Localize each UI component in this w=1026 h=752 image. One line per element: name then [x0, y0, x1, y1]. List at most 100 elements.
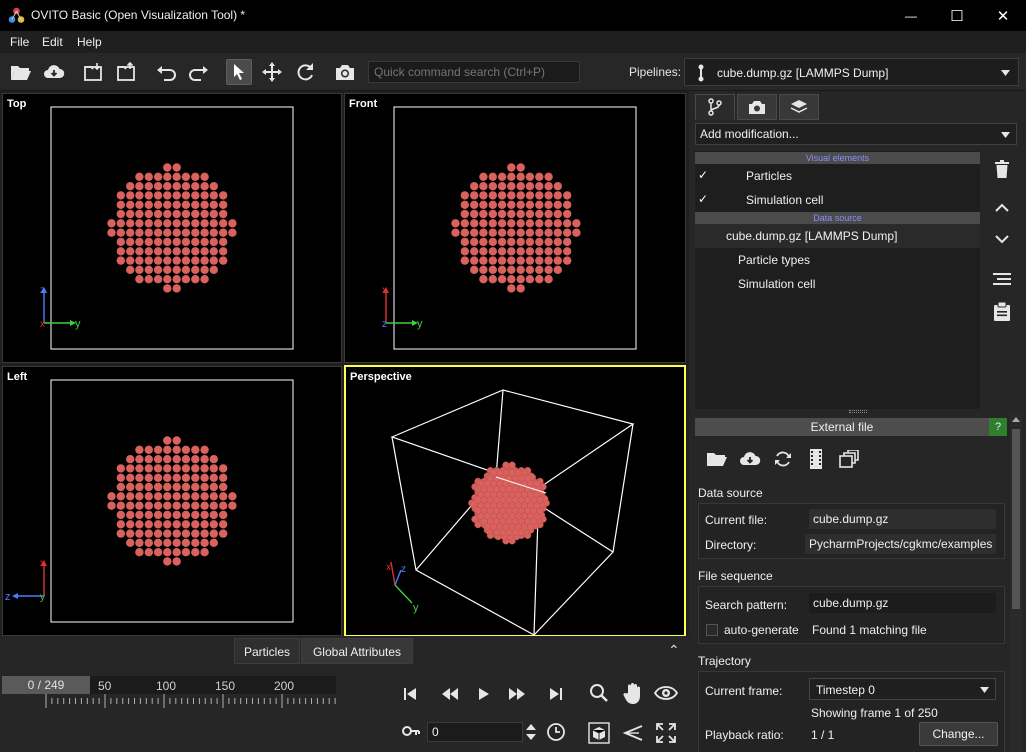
pipeline-editor-list[interactable]: Visual elements ✓ Particles ✓ Simulation…	[695, 151, 980, 409]
particle	[544, 237, 553, 247]
time-slider-thumb[interactable]: 0 / 249	[2, 676, 90, 694]
list-item-particle-types[interactable]: Particle types	[738, 253, 810, 267]
particle	[172, 529, 181, 538]
viewport-front[interactable]: Front x y z	[344, 93, 686, 363]
zoom-button[interactable]	[586, 680, 612, 706]
maximize-button[interactable]: ☐	[934, 0, 980, 31]
pipeline-menu-button[interactable]	[989, 266, 1015, 292]
animation-frame-spinner[interactable]: 0	[427, 722, 523, 742]
particle	[191, 455, 200, 464]
add-modification-dropdown[interactable]: Add modification...	[695, 123, 1017, 145]
particle	[116, 209, 126, 219]
delete-modifier-button[interactable]	[989, 156, 1015, 182]
animation-settings-button[interactable]	[836, 448, 862, 470]
fov-button[interactable]	[620, 720, 646, 746]
tab-render[interactable]	[737, 94, 777, 120]
selection-mode-button[interactable]	[226, 59, 252, 85]
viewport-left[interactable]: Left x z y	[2, 366, 342, 636]
jump-to-end-button[interactable]	[543, 683, 569, 705]
list-item-data-source-selected[interactable]: cube.dump.gz [LAMMPS Dump]	[695, 224, 980, 248]
panel-scrollbar[interactable]	[1010, 413, 1022, 752]
particle	[544, 182, 553, 191]
update-trajectory-button[interactable]	[803, 448, 829, 470]
particle	[219, 464, 228, 473]
expand-arrows-icon	[656, 723, 676, 743]
pipeline-selector[interactable]: cube.dump.gz [LAMMPS Dump]	[684, 58, 1019, 86]
move-up-button[interactable]	[989, 195, 1015, 221]
key-icon[interactable]	[402, 725, 420, 737]
clock-icon[interactable]	[546, 722, 566, 742]
rotate-mode-button[interactable]	[292, 59, 318, 85]
scroll-up-icon	[1012, 416, 1020, 422]
pan-button[interactable]	[620, 680, 646, 706]
particle	[172, 492, 181, 501]
menu-file[interactable]: File	[10, 35, 29, 49]
pick-file-button[interactable]	[704, 448, 730, 470]
auto-generate-checkbox[interactable]	[706, 624, 718, 636]
spinner-arrows-icon[interactable]	[524, 722, 538, 742]
save-session-button[interactable]	[113, 59, 139, 85]
maximize-viewport-button[interactable]	[653, 720, 679, 746]
jump-to-start-button[interactable]	[397, 683, 423, 705]
current-frame-dropdown[interactable]: Timestep 0	[809, 678, 996, 700]
search-pattern-input[interactable]: cube.dump.gz	[809, 593, 996, 613]
previous-frame-button[interactable]	[437, 683, 463, 705]
timeline-ticks[interactable]	[40, 694, 340, 714]
copy-pipeline-button[interactable]	[989, 298, 1015, 324]
pick-remote-file-button[interactable]	[737, 448, 763, 470]
panel-splitter[interactable]	[849, 410, 867, 413]
particle	[219, 191, 228, 200]
viewport-top[interactable]: Top z y x	[2, 93, 342, 363]
particle	[507, 275, 516, 284]
particle	[488, 172, 497, 181]
scrollbar-thumb[interactable]	[1012, 429, 1020, 609]
redo-button[interactable]	[186, 59, 212, 85]
minimize-button[interactable]: —	[888, 0, 934, 31]
checkbox-simulation-cell[interactable]: ✓	[698, 192, 712, 206]
particle	[153, 191, 163, 200]
particle	[126, 510, 135, 520]
tab-global-attributes[interactable]: Global Attributes	[301, 638, 413, 664]
add-modification-label: Add modification...	[700, 127, 799, 141]
open-file-button[interactable]	[8, 59, 34, 85]
particle	[200, 492, 209, 501]
undo-button[interactable]	[153, 59, 179, 85]
checkbox-particles[interactable]: ✓	[698, 168, 712, 182]
particle	[172, 228, 181, 237]
quick-command-search-input[interactable]	[368, 61, 580, 83]
change-button[interactable]: Change...	[919, 722, 998, 746]
particle	[572, 219, 581, 228]
tab-particles[interactable]: Particles	[234, 638, 300, 664]
next-frame-button[interactable]	[504, 683, 530, 705]
particle	[107, 219, 116, 228]
menu-edit[interactable]: Edit	[42, 35, 63, 49]
menu-help[interactable]: Help	[77, 35, 102, 49]
translate-mode-button[interactable]	[259, 59, 285, 85]
collapse-panel-icon[interactable]: ⌃	[668, 642, 680, 659]
list-item-particles[interactable]: Particles	[746, 169, 792, 183]
import-session-button[interactable]	[80, 59, 106, 85]
list-item-simulation-cell-visual[interactable]: Simulation cell	[746, 193, 823, 207]
reload-button[interactable]	[770, 448, 796, 470]
particle	[479, 265, 488, 274]
help-button[interactable]: ?	[989, 418, 1007, 436]
particle	[544, 219, 553, 228]
tab-pipeline[interactable]	[695, 94, 735, 120]
auto-generate-label[interactable]: auto-generate	[724, 623, 799, 637]
load-remote-button[interactable]	[41, 59, 67, 85]
particle	[497, 275, 507, 284]
viewport-perspective[interactable]: Perspective x y z	[344, 365, 686, 637]
render-button[interactable]	[332, 59, 358, 85]
list-item-simulation-cell[interactable]: Simulation cell	[738, 277, 815, 291]
move-down-button[interactable]	[989, 226, 1015, 252]
close-window-button[interactable]: ✕	[980, 0, 1026, 31]
tab-overlays[interactable]	[779, 94, 819, 120]
particle	[535, 247, 544, 256]
particle	[153, 209, 163, 219]
particle	[525, 191, 535, 200]
list-menu-icon	[993, 272, 1011, 286]
particle	[172, 265, 181, 274]
play-button[interactable]	[471, 683, 497, 705]
zoom-scene-extents-button[interactable]	[586, 720, 612, 746]
orbit-button[interactable]	[653, 680, 679, 706]
